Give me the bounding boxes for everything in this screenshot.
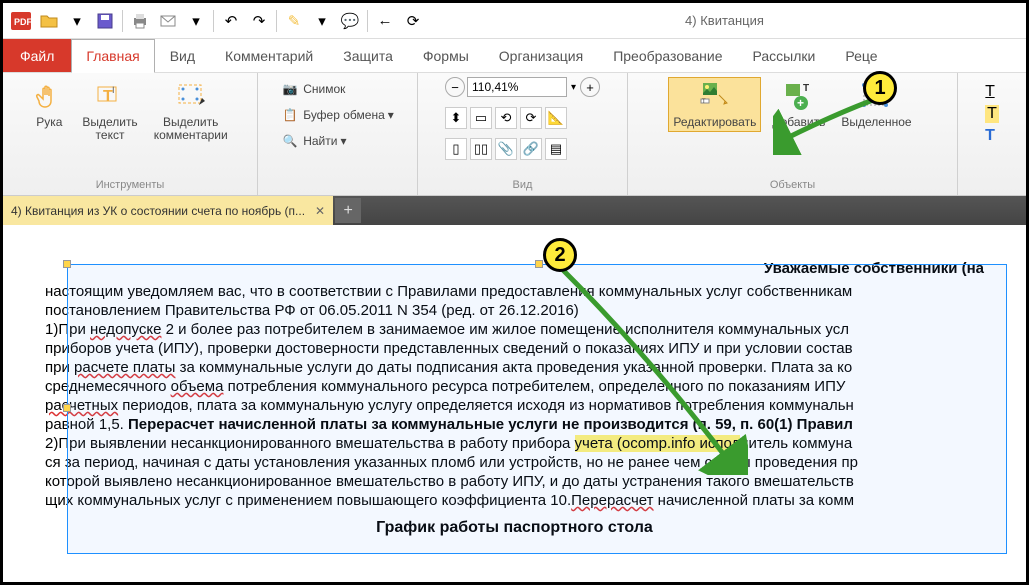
- tab-protect[interactable]: Защита: [328, 39, 408, 72]
- tab-mail[interactable]: Рассылки: [738, 39, 831, 72]
- camera-icon: 📷: [281, 82, 299, 96]
- hand-icon: [32, 80, 66, 114]
- redo-icon[interactable]: ↷: [247, 9, 271, 33]
- edit-button[interactable]: T Редактировать: [668, 77, 761, 132]
- dropdown-icon[interactable]: ▾: [571, 82, 576, 93]
- open-icon[interactable]: [37, 9, 61, 33]
- nav-icon[interactable]: ▤: [545, 138, 567, 160]
- find-button[interactable]: 🔍Найти ▾: [277, 129, 350, 153]
- two-page-icon[interactable]: ▯▯: [470, 138, 492, 160]
- link-icon[interactable]: 🔗: [520, 138, 542, 160]
- tab-organize[interactable]: Организация: [484, 39, 598, 72]
- group-label: Вид: [513, 177, 533, 193]
- group-label: Инструменты: [96, 177, 165, 193]
- back-icon[interactable]: ←: [373, 9, 397, 33]
- zoom-control: − ▾ +: [445, 77, 600, 97]
- quick-access-toolbar: PDF ▾ ▾ ↶ ↷ ✎ ▾ 💬 ← ⟳ 4) Квитанция: [3, 3, 1026, 39]
- print-icon[interactable]: [128, 9, 152, 33]
- tab-main[interactable]: Главная: [71, 39, 154, 73]
- dropdown-icon[interactable]: ▾: [310, 9, 334, 33]
- tab-strip: Файл Главная Вид Комментарий Защита Форм…: [3, 39, 1026, 73]
- save-icon[interactable]: [93, 9, 117, 33]
- separator: [213, 10, 214, 32]
- app-icon: PDF: [9, 9, 33, 33]
- hand-button[interactable]: Рука: [27, 77, 71, 132]
- group-label: Объекты: [770, 177, 815, 193]
- svg-text:T: T: [803, 83, 809, 94]
- comment-icon[interactable]: 💬: [338, 9, 362, 33]
- window-title: 4) Квитанция: [427, 13, 1022, 28]
- snapshot-button[interactable]: 📷Снимок: [277, 77, 349, 101]
- svg-text:I: I: [112, 85, 115, 95]
- highlight-tool-icon[interactable]: T: [985, 105, 999, 123]
- zoom-input[interactable]: [467, 77, 567, 97]
- separator: [367, 10, 368, 32]
- edit-icon: T: [698, 80, 732, 114]
- tab-file[interactable]: Файл: [3, 39, 71, 72]
- callout-1: 1: [863, 71, 897, 105]
- separator: [276, 10, 277, 32]
- select-text-icon: TI: [93, 80, 127, 114]
- page-width-icon[interactable]: ⬍: [445, 107, 467, 129]
- tab-forms[interactable]: Формы: [408, 39, 484, 72]
- binoculars-icon: 🔍: [281, 134, 299, 148]
- add-tab-button[interactable]: +: [335, 198, 361, 223]
- document-page: Уважаемые собственники (на настоящим уве…: [5, 229, 1024, 580]
- highlight-icon[interactable]: ✎: [282, 9, 306, 33]
- rotate-left-icon[interactable]: ⟲: [495, 107, 517, 129]
- rotate-right-icon[interactable]: ⟳: [520, 107, 542, 129]
- clipboard-icon: 📋: [281, 108, 299, 122]
- document-tab-bar: 4) Квитанция из УК о состоянии счета по …: [3, 196, 1026, 225]
- svg-text:T: T: [702, 99, 706, 105]
- separator: [122, 10, 123, 32]
- selection-rect[interactable]: [67, 264, 1007, 554]
- fit-page-icon[interactable]: ▭: [470, 107, 492, 129]
- tab-convert[interactable]: Преобразование: [598, 39, 737, 72]
- single-page-icon[interactable]: ▯: [445, 138, 467, 160]
- group-view: − ▾ + ⬍ ▭ ⟲ ⟳ 📐 ▯ ▯▯ 📎 🔗 ▤ Вид: [418, 73, 628, 195]
- arrow-2: [558, 265, 748, 475]
- document-tab[interactable]: 4) Квитанция из УК о состоянии счета по …: [3, 196, 333, 225]
- dropdown-icon[interactable]: ▾: [184, 9, 208, 33]
- underline-tool-icon[interactable]: T: [985, 127, 995, 145]
- arrow-1: [773, 95, 883, 155]
- ruler-icon[interactable]: 📐: [545, 107, 567, 129]
- resize-handle[interactable]: [63, 404, 71, 412]
- tab-comment[interactable]: Комментарий: [210, 39, 328, 72]
- zoom-in-button[interactable]: +: [580, 77, 600, 97]
- callout-2: 2: [543, 238, 577, 272]
- group-tools: Рука TI Выделить текст Выделить коммента…: [3, 73, 258, 195]
- zoom-out-button[interactable]: −: [445, 77, 465, 97]
- svg-text:PDF: PDF: [14, 17, 32, 27]
- group-clipboard: 📷Снимок 📋Буфер обмена ▾ 🔍Найти ▾: [258, 73, 418, 195]
- attach-icon[interactable]: 📎: [495, 138, 517, 160]
- select-comments-icon: [174, 80, 208, 114]
- close-tab-icon[interactable]: ✕: [315, 204, 325, 218]
- tab-view[interactable]: Вид: [155, 39, 210, 72]
- text-tool-icon[interactable]: T̲: [985, 83, 995, 101]
- tab-review[interactable]: Реце: [830, 39, 892, 72]
- view-icons-row1: ⬍ ▭ ⟲ ⟳ 📐: [445, 107, 567, 129]
- refresh-icon[interactable]: ⟳: [401, 9, 425, 33]
- undo-icon[interactable]: ↶: [219, 9, 243, 33]
- dropdown-icon[interactable]: ▾: [65, 9, 89, 33]
- view-icons-row2: ▯ ▯▯ 📎 🔗 ▤: [445, 138, 567, 160]
- resize-handle[interactable]: [63, 260, 71, 268]
- group-extra: T̲ T T: [958, 73, 1026, 195]
- resize-handle[interactable]: [535, 260, 543, 268]
- select-text-button[interactable]: TI Выделить текст: [77, 77, 142, 145]
- clipboard-button[interactable]: 📋Буфер обмена ▾: [277, 103, 398, 127]
- mail-icon[interactable]: [156, 9, 180, 33]
- select-comments-button[interactable]: Выделить комментарии: [149, 77, 233, 145]
